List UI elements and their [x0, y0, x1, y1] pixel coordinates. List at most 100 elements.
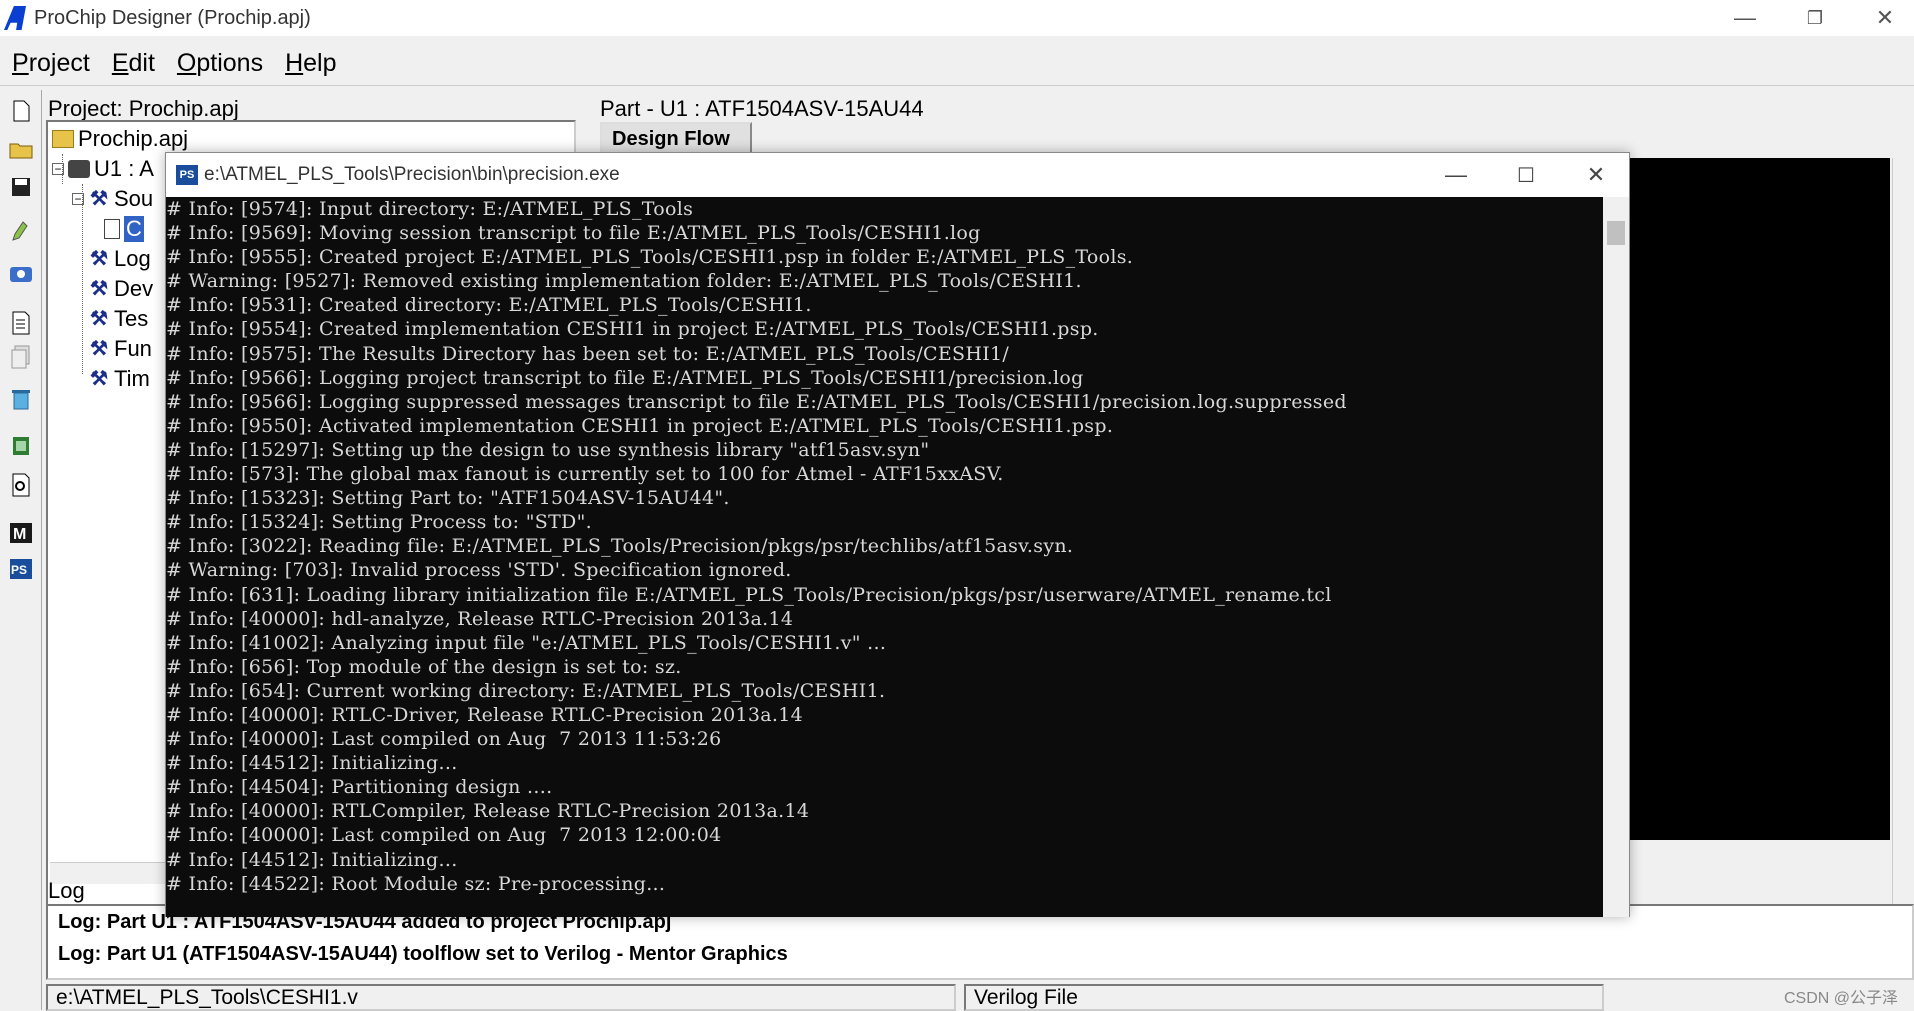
- console-line: # Info: [40000]: Last compiled on Aug 7 …: [166, 824, 722, 847]
- report-icon[interactable]: [6, 308, 36, 338]
- tree-item-functional[interactable]: ⚒ Fun: [88, 334, 152, 364]
- console-line: # Info: [44512]: Initializing...: [166, 752, 458, 775]
- tree-item-label: C: [124, 216, 144, 242]
- status-bar: e:\ATMEL_PLS_Tools\CESHI1.v Verilog File: [46, 984, 1914, 1011]
- console-line: # Info: [44522]: Root Module sz: Pre-pro…: [166, 872, 666, 895]
- console-line: # Info: [9566]: Logging suppressed messa…: [166, 390, 1347, 413]
- tree-item-source-file[interactable]: C: [104, 214, 144, 244]
- delete-icon[interactable]: [6, 384, 36, 414]
- tree-item-label: Dev: [114, 276, 154, 301]
- status-file-type: Verilog File: [964, 984, 1604, 1011]
- tree-item-timing[interactable]: ⚒ Tim: [88, 364, 150, 394]
- console-line: # Info: [9555]: Created project E:/ATMEL…: [166, 246, 1134, 269]
- console-line: # Warning: [703]: Invalid process 'STD'.…: [166, 559, 792, 582]
- menu-edit[interactable]: Edit: [112, 49, 155, 78]
- console-line: # Info: [9550]: Activated implementation…: [166, 414, 1114, 437]
- console-line: # Info: [41002]: Analyzing input file "e…: [166, 631, 887, 654]
- console-line: # Info: [15297]: Setting up the design t…: [166, 438, 930, 461]
- new-file-icon[interactable]: [6, 96, 36, 126]
- tree-item-test[interactable]: ⚒ Tes: [88, 304, 148, 334]
- tree-item-label: Fun: [114, 336, 152, 361]
- status-file-path: e:\ATMEL_PLS_Tools\CESHI1.v: [46, 984, 956, 1011]
- watermark: CSDN @公子泽: [1783, 990, 1898, 1007]
- tree-item-label: Tim: [114, 366, 150, 391]
- console-titlebar[interactable]: PS e:\ATMEL_PLS_Tools\Precision\bin\prec…: [166, 153, 1629, 197]
- precision-icon[interactable]: PS: [6, 554, 36, 584]
- console-line: # Warning: [9527]: Removed existing impl…: [166, 270, 1082, 293]
- tree-item-label: Log: [114, 246, 151, 271]
- console-line: # Info: [9566]: Logging project transcri…: [166, 366, 1084, 389]
- console-line: # Info: [9531]: Created directory: E:/AT…: [166, 294, 812, 317]
- tree-item-device[interactable]: ⚒ Dev: [88, 274, 153, 304]
- console-maximize-button[interactable]: ☐: [1491, 153, 1561, 197]
- inspect-icon[interactable]: [6, 470, 36, 500]
- console-line: # Info: [44512]: Initializing...: [166, 848, 458, 871]
- tree-item-root[interactable]: Prochip.apj: [52, 124, 188, 154]
- tree-item-label: Tes: [114, 306, 149, 331]
- hammer-icon: ⚒: [90, 368, 108, 390]
- menu-options[interactable]: Options: [177, 49, 263, 78]
- camera-icon[interactable]: [6, 258, 36, 288]
- console-close-button[interactable]: ✕: [1561, 153, 1631, 197]
- scrollbar-thumb[interactable]: [1607, 221, 1625, 245]
- mentor-icon[interactable]: M: [6, 518, 36, 548]
- menu-help[interactable]: Help: [285, 49, 336, 78]
- svg-text:M: M: [13, 526, 26, 543]
- hammer-icon: ⚒: [90, 308, 108, 330]
- project-label: Project: Prochip.apj: [48, 96, 239, 121]
- minimize-button[interactable]: —: [1710, 0, 1780, 36]
- chip-icon: [68, 160, 90, 178]
- tree-item-label: U1 : A: [94, 156, 154, 181]
- main-titlebar: ProChip Designer (Prochip.apj) — ❐ ✕: [0, 0, 1914, 36]
- console-vertical-scrollbar[interactable]: [1603, 197, 1629, 917]
- console-line: # Info: [654]: Current working directory…: [166, 679, 886, 702]
- log-line: Log: Part U1 (ATF1504ASV-15AU44) toolflo…: [58, 943, 788, 965]
- console-line: # Info: [656]: Top module of the design …: [166, 655, 682, 678]
- hammer-icon: ⚒: [90, 248, 108, 270]
- copy-icon[interactable]: [6, 342, 36, 372]
- close-button[interactable]: ✕: [1850, 0, 1914, 36]
- clean-icon[interactable]: [6, 218, 36, 248]
- window-title: ProChip Designer (Prochip.apj): [34, 6, 311, 29]
- tree-item-logic[interactable]: ⚒ Log: [88, 244, 151, 274]
- console-line: # Info: [40000]: hdl-analyze, Release RT…: [166, 607, 794, 630]
- hammer-icon: ⚒: [90, 338, 108, 360]
- tree-item-u1[interactable]: − U1 : A: [52, 154, 154, 184]
- open-folder-icon[interactable]: [6, 134, 36, 164]
- vertical-toolbar: M PS: [0, 90, 42, 1010]
- log-label: Log: [48, 878, 85, 903]
- right-vertical-scrollbar[interactable]: [1892, 158, 1914, 950]
- console-line: # Info: [15324]: Setting Process to: "ST…: [166, 511, 592, 534]
- console-line: # Info: [9574]: Input directory: E:/ATME…: [166, 198, 694, 220]
- collapse-icon[interactable]: −: [52, 163, 64, 175]
- design-flow-tab[interactable]: Design Flow: [600, 122, 752, 156]
- console-line: # Info: [40000]: RTLCompiler, Release RT…: [166, 800, 810, 823]
- console-line: # Info: [40000]: Last compiled on Aug 7 …: [166, 728, 722, 751]
- folder-icon: [52, 130, 74, 148]
- svg-text:PS: PS: [11, 563, 27, 577]
- collapse-icon[interactable]: −: [72, 193, 84, 205]
- console-minimize-button[interactable]: —: [1421, 153, 1491, 197]
- console-line: # Info: [9569]: Moving session transcrip…: [166, 222, 981, 245]
- console-line: # Info: [15323]: Setting Part to: "ATF15…: [166, 487, 730, 510]
- console-line: # Info: [40000]: RTLC-Driver, Release RT…: [166, 703, 804, 726]
- menu-project[interactable]: Project: [12, 49, 90, 78]
- restore-button[interactable]: ❐: [1780, 0, 1850, 36]
- menu-bar: Project Edit Options Help: [0, 42, 1914, 86]
- console-line: # Info: [3022]: Reading file: E:/ATMEL_P…: [166, 535, 1074, 558]
- console-line: # Info: [9575]: The Results Directory ha…: [166, 342, 1010, 365]
- part-label: Part - U1 : ATF1504ASV-15AU44: [600, 96, 924, 121]
- console-line: # Info: [44504]: Partitioning design ...…: [166, 776, 553, 799]
- tree-item-sources[interactable]: − ⚒ Sou: [72, 184, 153, 214]
- device-icon[interactable]: [6, 430, 36, 460]
- tree-item-label: Sou: [114, 186, 154, 211]
- tree-item-label: Prochip.apj: [78, 126, 189, 151]
- hammer-icon: ⚒: [90, 278, 108, 300]
- console-line: # Info: [631]: Loading library initializ…: [166, 583, 1332, 606]
- document-icon: [104, 219, 120, 239]
- precision-console-window[interactable]: PS e:\ATMEL_PLS_Tools\Precision\bin\prec…: [165, 152, 1630, 917]
- save-icon[interactable]: [6, 172, 36, 202]
- console-line: # Info: [573]: The global max fanout is …: [166, 463, 1004, 486]
- console-output: # Info: [9574]: Input directory: E:/ATME…: [166, 197, 1603, 917]
- atmel-logo-icon: [4, 6, 26, 30]
